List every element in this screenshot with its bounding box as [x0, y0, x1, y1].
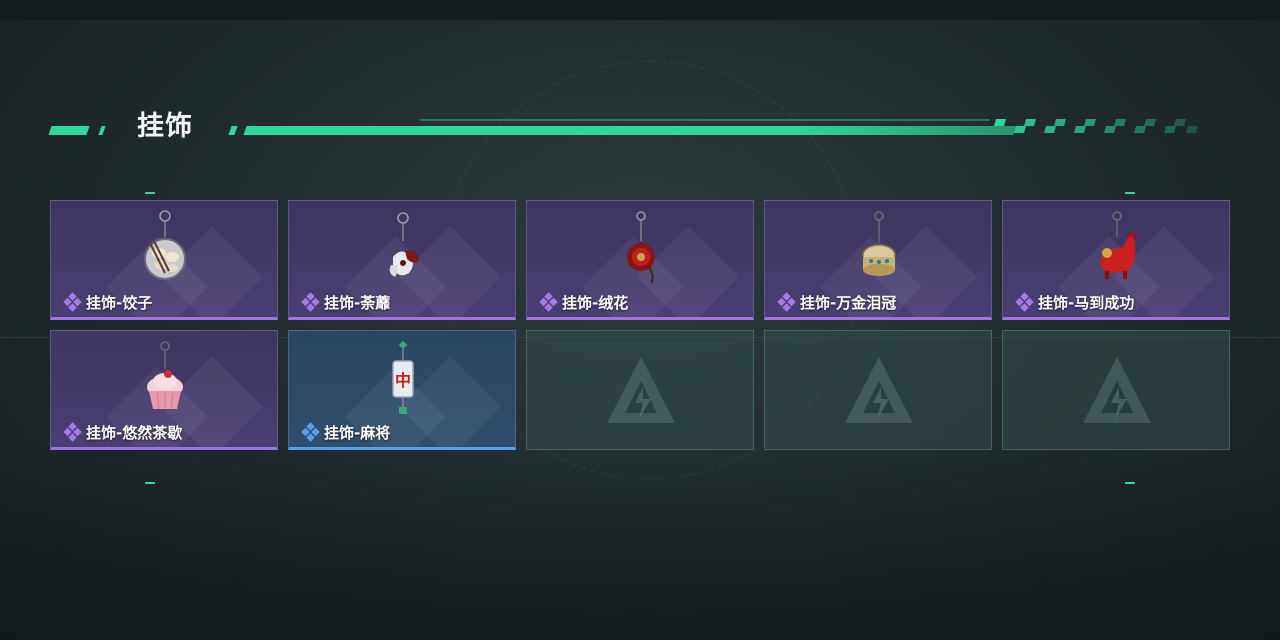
flower-charm-icon [389, 212, 419, 277]
game-logo-icon [845, 357, 913, 423]
rarity-diamond-icon [1015, 292, 1034, 312]
charm-name: 挂饰-饺子 [86, 293, 153, 312]
game-logo-icon [607, 357, 675, 423]
charm-label: 挂饰-麻将 [301, 421, 390, 443]
charm-label: 挂饰-绒花 [539, 291, 628, 313]
rarity-diamond-icon [301, 292, 320, 312]
section-title: 挂饰 [137, 111, 193, 142]
charm-label: 挂饰-饺子 [63, 291, 152, 313]
mahjong-charm-icon: 中 [392, 340, 414, 414]
charm-name: 挂饰-麻将 [324, 423, 391, 442]
charm-grid: 挂饰-饺子 挂饰-荼蘼 挂饰-绒花 挂饰-万金泪冠 挂饰-马到成功 挂饰-悠然茶… [50, 200, 1230, 450]
charm-name: 挂饰-绒花 [562, 293, 629, 312]
background-fade [0, 440, 1280, 640]
svg-text:中: 中 [395, 371, 411, 390]
charm-card[interactable]: 挂饰-绒花 [526, 200, 754, 320]
charm-name: 挂饰-荼蘼 [324, 293, 391, 312]
charm-label: 挂饰-荼蘼 [301, 291, 390, 313]
corner-tick [145, 482, 155, 484]
charm-name: 挂饰-万金泪冠 [800, 293, 897, 312]
cupcake-charm-icon [147, 341, 183, 410]
charm-card[interactable]: 挂饰-马到成功 [1002, 200, 1230, 320]
rarity-diamond-icon [777, 292, 796, 312]
charm-card[interactable]: 挂饰-悠然茶歇 [50, 330, 278, 450]
rarity-diamond-icon [63, 422, 82, 442]
rarity-diamond-icon [301, 422, 320, 442]
charm-card[interactable]: 挂饰-饺子 [50, 200, 278, 320]
charm-label: 挂饰-马到成功 [1015, 291, 1134, 313]
empty-slot[interactable] [764, 330, 992, 450]
charm-card[interactable]: 挂饰-万金泪冠 [764, 200, 992, 320]
charm-card[interactable]: 中 挂饰-麻将 [288, 330, 516, 450]
game-logo-icon [1083, 357, 1151, 423]
empty-slot[interactable] [1002, 330, 1230, 450]
header-checker-pattern [994, 119, 1198, 133]
header-thin-line [420, 119, 990, 121]
tear-crown-charm-icon [862, 211, 896, 276]
header-accent-tick [228, 126, 238, 135]
charm-label: 挂饰-悠然茶歇 [63, 421, 182, 443]
empty-slot[interactable] [526, 330, 754, 450]
corner-tick [1125, 192, 1135, 194]
top-bar [0, 0, 1280, 20]
charm-card[interactable]: 挂饰-荼蘼 [288, 200, 516, 320]
header-accent-tick [98, 126, 106, 135]
dumpling-charm-icon [144, 210, 186, 280]
rarity-diamond-icon [63, 292, 82, 312]
velvet-flower-charm-icon [627, 211, 655, 284]
header-accent-bar [48, 126, 90, 135]
corner-tick [1125, 482, 1135, 484]
corner-tick [145, 192, 155, 194]
horse-charm-icon [1100, 211, 1139, 279]
charm-name: 挂饰-马到成功 [1038, 293, 1135, 312]
charm-name: 挂饰-悠然茶歇 [86, 423, 183, 442]
header-progress-bar [243, 126, 1017, 135]
charm-label: 挂饰-万金泪冠 [777, 291, 896, 313]
rarity-diamond-icon [539, 292, 558, 312]
